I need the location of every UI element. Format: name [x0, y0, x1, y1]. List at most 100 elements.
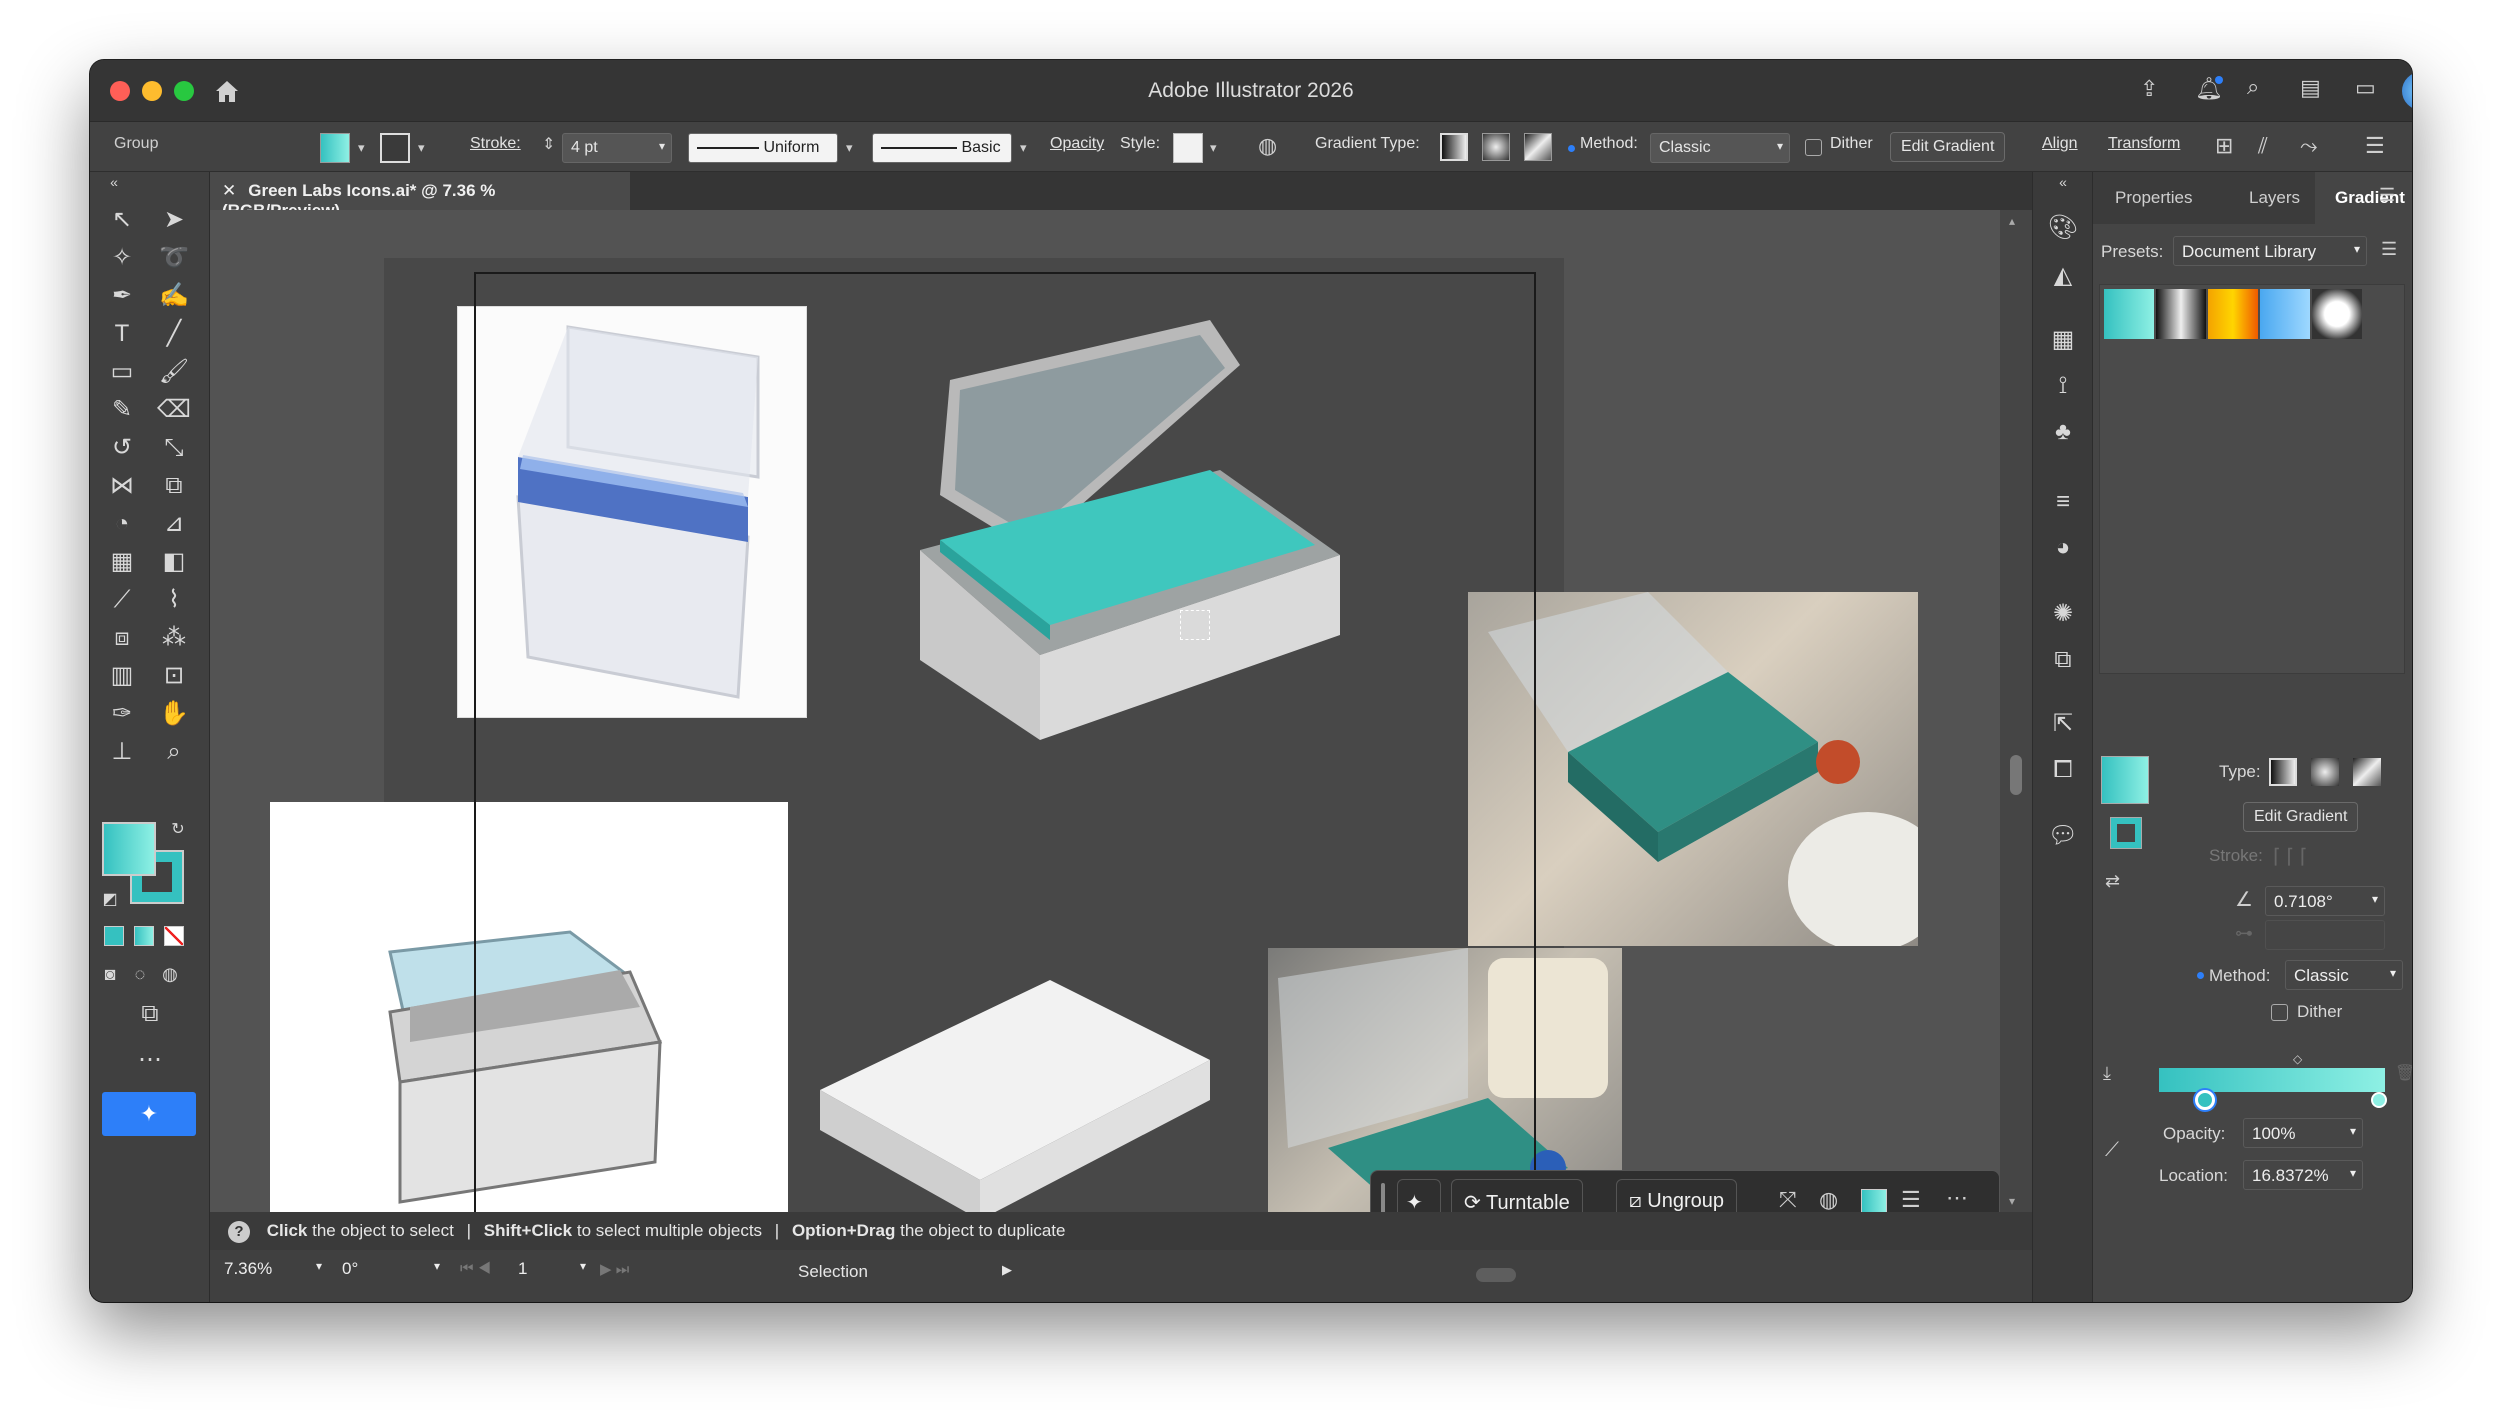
- document-tab[interactable]: ✕Green Labs Icons.ai* @ 7.36 % (RGB/Prev…: [210, 172, 630, 220]
- panel-linear-button[interactable]: [2269, 758, 2297, 786]
- puppet-warp-icon[interactable]: ⤳: [2300, 135, 2318, 157]
- gradient-slider-bar[interactable]: [2159, 1068, 2385, 1092]
- arrange-icon[interactable]: ⊞: [2215, 135, 2233, 157]
- preset-swatch-radial[interactable]: [2312, 289, 2362, 339]
- more-options-icon[interactable]: ⋯: [1946, 1187, 1968, 1209]
- stroke-dropdown-icon[interactable]: ▾: [418, 140, 425, 156]
- panel-radial-button[interactable]: [2311, 758, 2339, 786]
- symbol-sprayer-tool-icon[interactable]: ⁂: [156, 622, 192, 654]
- screen-mode-icon[interactable]: ⧉: [132, 998, 168, 1030]
- none-mode-button[interactable]: [164, 926, 184, 946]
- transform-link[interactable]: Transform: [2108, 135, 2180, 153]
- transparency-panel-icon[interactable]: ◕: [2045, 532, 2081, 564]
- brushes-panel-icon[interactable]: ⟟: [2045, 370, 2081, 402]
- color-guide-icon[interactable]: ◭: [2045, 260, 2081, 292]
- tool-menu-icon[interactable]: ▶: [1002, 1262, 1012, 1278]
- preset-swatch-gray[interactable]: [2156, 289, 2206, 339]
- gradient-mode-button[interactable]: [134, 926, 154, 946]
- symbols-panel-icon[interactable]: ♣: [2045, 416, 2081, 448]
- selection-handles[interactable]: [1180, 610, 1210, 640]
- color-mode-button[interactable]: [104, 926, 124, 946]
- aspect-ratio-field[interactable]: [2265, 920, 2385, 950]
- zoom-tool-icon[interactable]: ⌕: [156, 736, 192, 768]
- share-icon[interactable]: ⇪: [2140, 78, 2158, 100]
- recolor-taskbar-icon[interactable]: ◍: [1819, 1189, 1838, 1211]
- presets-list-icon[interactable]: ☰: [2381, 240, 2397, 258]
- eyedropper-tool-icon[interactable]: ⟋: [104, 584, 140, 616]
- artboard-nav-prev-icon[interactable]: ⏮ ◀: [460, 1260, 491, 1277]
- width-tool-icon[interactable]: ⋈: [104, 470, 140, 502]
- angle-field[interactable]: 0.7108° ▾: [2265, 886, 2385, 916]
- vertical-scrollbar[interactable]: ▴ ▾: [2000, 210, 2032, 1212]
- edit-toolbar-icon[interactable]: ⋯: [132, 1044, 168, 1076]
- magic-wand-tool-icon[interactable]: ✧: [104, 242, 140, 274]
- align-distribute-icon[interactable]: ⫽: [2258, 135, 2268, 157]
- radial-gradient-type-button[interactable]: [1482, 133, 1510, 161]
- stroke-swatch[interactable]: [380, 133, 410, 163]
- rotate-view-tool-icon[interactable]: ⊥: [104, 736, 140, 768]
- align-taskbar-icon[interactable]: ☰: [1901, 1189, 1921, 1211]
- scroll-down-icon[interactable]: ▾: [2009, 1194, 2015, 1208]
- midpoint-diamond[interactable]: ◇: [2293, 1052, 2302, 1066]
- style-dropdown-icon[interactable]: ▾: [1210, 140, 1217, 156]
- appearance-panel-icon[interactable]: ✺: [2045, 598, 2081, 630]
- column-graph-tool-icon[interactable]: ▥: [104, 660, 140, 692]
- panel-method-dropdown[interactable]: Classic ▾: [2285, 960, 2403, 990]
- type-tool-icon[interactable]: T: [104, 318, 140, 350]
- preset-swatch-orange[interactable]: [2208, 289, 2258, 339]
- export-panel-icon[interactable]: ⇱: [2045, 708, 2081, 740]
- pathfinder-panel-icon[interactable]: ⧠: [2045, 754, 2081, 786]
- rotation-field[interactable]: 0° ▾: [334, 1254, 444, 1284]
- edit-gradient-button[interactable]: Edit Gradient: [1890, 132, 2006, 162]
- canvas[interactable]: [210, 210, 2000, 1212]
- blend-tool-icon[interactable]: ⧈: [104, 622, 140, 654]
- presets-dropdown[interactable]: Document Library ▾: [2173, 236, 2367, 266]
- panel-edit-gradient-button[interactable]: Edit Gradient: [2243, 802, 2359, 832]
- rotate-tool-icon[interactable]: ↺: [104, 432, 140, 464]
- measure-tool-icon[interactable]: ⌇: [156, 584, 192, 616]
- gradient-stop-right[interactable]: [2371, 1092, 2387, 1108]
- stop-opacity-field[interactable]: 100% ▾: [2243, 1118, 2363, 1148]
- gradient-stroke-swatch[interactable]: [2110, 817, 2142, 849]
- linear-gradient-type-button[interactable]: [1440, 133, 1468, 161]
- horizontal-scrollbar[interactable]: [1036, 1268, 1906, 1282]
- tab-properties[interactable]: Properties: [2115, 188, 2192, 208]
- isolate-icon[interactable]: ⤧: [1779, 1189, 1797, 1211]
- graphic-style-swatch[interactable]: [1173, 133, 1203, 163]
- generative-tool-button[interactable]: ✦: [102, 1092, 196, 1136]
- tab-layers[interactable]: Layers: [2249, 188, 2300, 208]
- artboard-nav-next-icon[interactable]: ▶ ⏭: [600, 1260, 629, 1278]
- comments-panel-icon[interactable]: 💬︎: [2045, 820, 2081, 852]
- brush-dropdown-icon[interactable]: ▾: [1020, 140, 1027, 156]
- lasso-tool-icon[interactable]: ➰: [156, 242, 192, 274]
- line-tool-icon[interactable]: ╱: [156, 318, 192, 350]
- avatar[interactable]: [2402, 72, 2412, 110]
- reverse-gradient-icon[interactable]: ⇄: [2105, 872, 2120, 890]
- fill-dropdown-icon[interactable]: ▾: [358, 140, 365, 156]
- control-menu-icon[interactable]: ☰: [2365, 135, 2385, 157]
- zoom-field[interactable]: 7.36% ▾: [216, 1254, 326, 1284]
- paintbrush-tool-icon[interactable]: 🖌︎: [156, 356, 192, 388]
- freeform-gradient-type-button[interactable]: [1524, 133, 1552, 161]
- swap-fill-stroke-icon[interactable]: ↻: [160, 814, 196, 846]
- opacity-label[interactable]: Opacity: [1050, 135, 1104, 153]
- selection-tool-icon[interactable]: ↖: [104, 204, 140, 236]
- brush-definition[interactable]: Basic: [872, 133, 1012, 163]
- artboard-field[interactable]: 1 ▾: [510, 1254, 590, 1284]
- help-icon[interactable]: ?: [228, 1221, 250, 1243]
- gradient-stop-left[interactable]: [2195, 1090, 2215, 1110]
- recolor-icon[interactable]: ◍: [1258, 135, 1277, 157]
- panel-menu-icon[interactable]: ☰: [2379, 186, 2395, 204]
- stroke-stepper-icon[interactable]: ⇕: [542, 134, 555, 154]
- vertical-scroll-thumb[interactable]: [2010, 755, 2022, 795]
- panel-dither-checkbox[interactable]: [2271, 1004, 2288, 1021]
- stop-eyedropper-icon[interactable]: ⟋: [2105, 1140, 2119, 1160]
- preset-swatch-teal[interactable]: [2104, 289, 2154, 339]
- scroll-up-icon[interactable]: ▴: [2009, 214, 2015, 228]
- stroke-label[interactable]: Stroke:: [470, 135, 521, 153]
- shape-builder-tool-icon[interactable]: ◔: [104, 508, 140, 540]
- align-link[interactable]: Align: [2042, 135, 2078, 153]
- pen-tool-icon[interactable]: ✒: [104, 280, 140, 312]
- color-panel-icon[interactable]: 🎨︎: [2045, 212, 2081, 244]
- stroke-weight-field[interactable]: 4 pt ▾: [562, 133, 672, 163]
